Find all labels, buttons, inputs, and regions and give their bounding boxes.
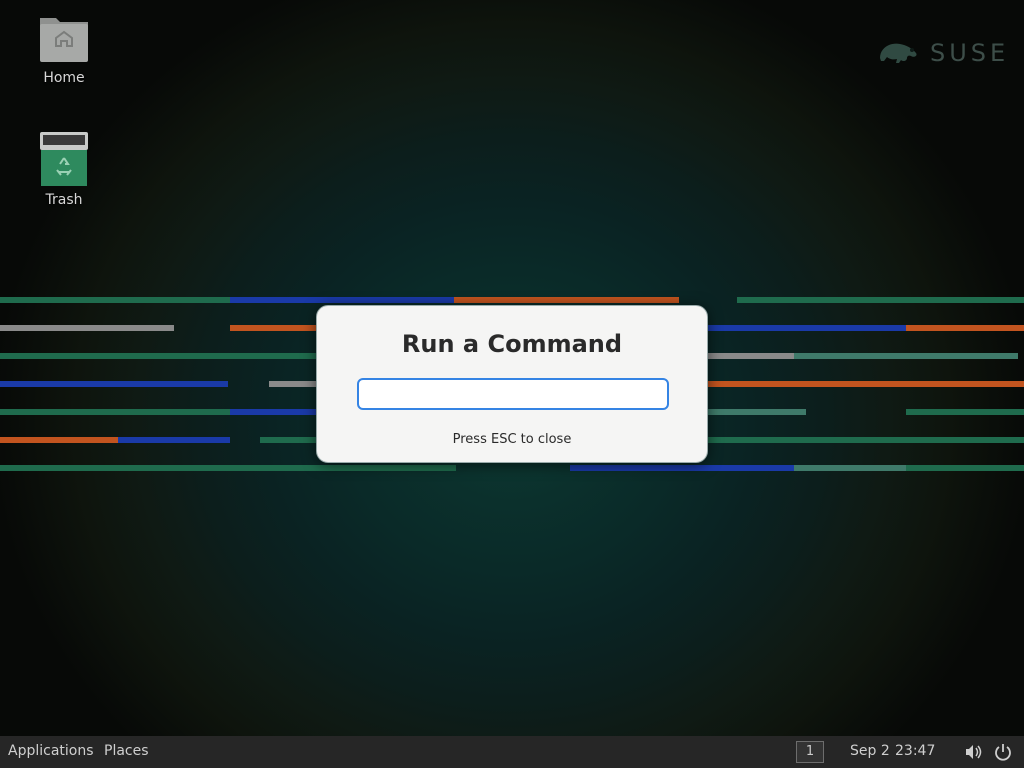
folder-home-icon [38, 12, 90, 64]
run-command-dialog: Run a Command Press ESC to close [316, 305, 708, 463]
desktop-icon-label: Home [43, 70, 85, 86]
suse-brand: SUSE [878, 38, 1009, 68]
volume-icon[interactable] [963, 742, 983, 762]
clock-time[interactable]: 23:47 [895, 743, 935, 759]
desktop-icon-home[interactable]: Home [19, 12, 109, 86]
power-icon[interactable] [993, 742, 1013, 762]
trash-icon [40, 132, 88, 186]
desktop-icon-trash[interactable]: Trash [19, 132, 109, 208]
command-input[interactable] [357, 378, 669, 410]
dialog-title: Run a Command [401, 330, 623, 358]
brand-text: SUSE [930, 39, 1010, 67]
desktop-icon-label: Trash [45, 192, 83, 208]
chameleon-logo-icon [878, 38, 922, 68]
places-menu[interactable]: Places [104, 743, 149, 759]
applications-menu[interactable]: Applications [8, 743, 94, 759]
clock-date[interactable]: Sep 2 [850, 743, 890, 759]
bottom-panel: Applications Places 1 Sep 2 23:47 [0, 736, 1024, 768]
workspace-switcher[interactable]: 1 [796, 741, 824, 763]
dialog-hint: Press ESC to close [452, 432, 572, 447]
